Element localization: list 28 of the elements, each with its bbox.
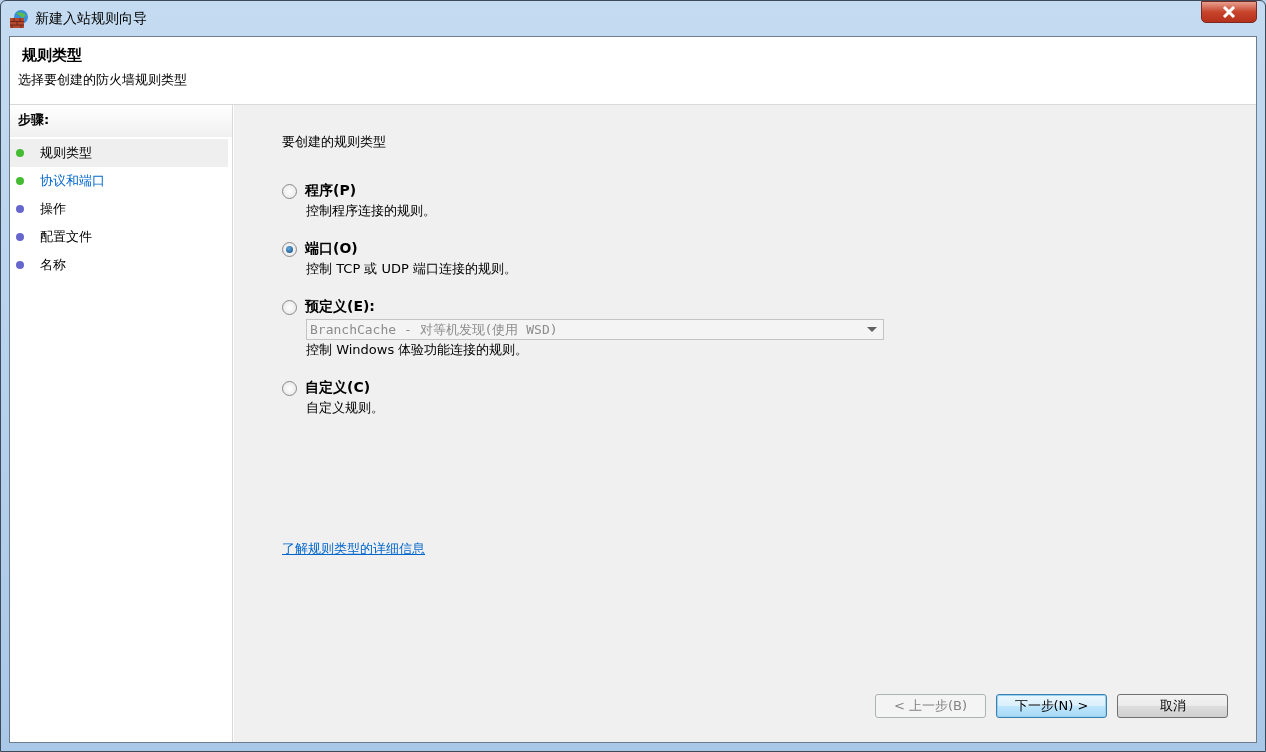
step-link[interactable]: 协议和端口 xyxy=(40,172,105,190)
radio-button[interactable] xyxy=(282,183,297,199)
radio-button[interactable] xyxy=(282,299,297,315)
close-icon xyxy=(1221,6,1237,18)
wizard-button[interactable]: 下一步(N) > xyxy=(996,694,1107,718)
wizard-button[interactable]: 取消 xyxy=(1117,694,1228,718)
close-button[interactable] xyxy=(1201,1,1257,23)
page-subtitle: 选择要创建的防火墙规则类型 xyxy=(18,71,188,89)
caret-icon xyxy=(867,327,877,332)
option-label: 自定义(C) xyxy=(305,379,371,397)
option-label: 端口(O) xyxy=(305,240,358,258)
radio-button[interactable] xyxy=(282,241,297,257)
option-description: 自定义规则。 xyxy=(306,399,385,417)
option-description: 控制程序连接的规则。 xyxy=(306,202,437,220)
radio-button[interactable] xyxy=(282,380,297,396)
step-label: 配置文件 xyxy=(40,228,92,246)
option-description: 控制 Windows 体验功能连接的规则。 xyxy=(306,341,530,359)
step-label: 规则类型 xyxy=(40,144,92,162)
page-title: 规则类型 xyxy=(22,45,83,66)
step-label: 名称 xyxy=(40,256,66,274)
option-label: 预定义(E): xyxy=(305,298,375,316)
window-title: 新建入站规则向导 xyxy=(35,9,147,28)
option-label: 程序(P) xyxy=(305,182,357,200)
option-description: 控制 TCP 或 UDP 端口连接的规则。 xyxy=(306,260,518,278)
firewall-icon xyxy=(9,8,29,29)
prompt-text: 要创建的规则类型 xyxy=(282,133,387,151)
step-label: 操作 xyxy=(40,200,66,218)
help-link[interactable]: 了解规则类型的详细信息 xyxy=(282,540,425,558)
